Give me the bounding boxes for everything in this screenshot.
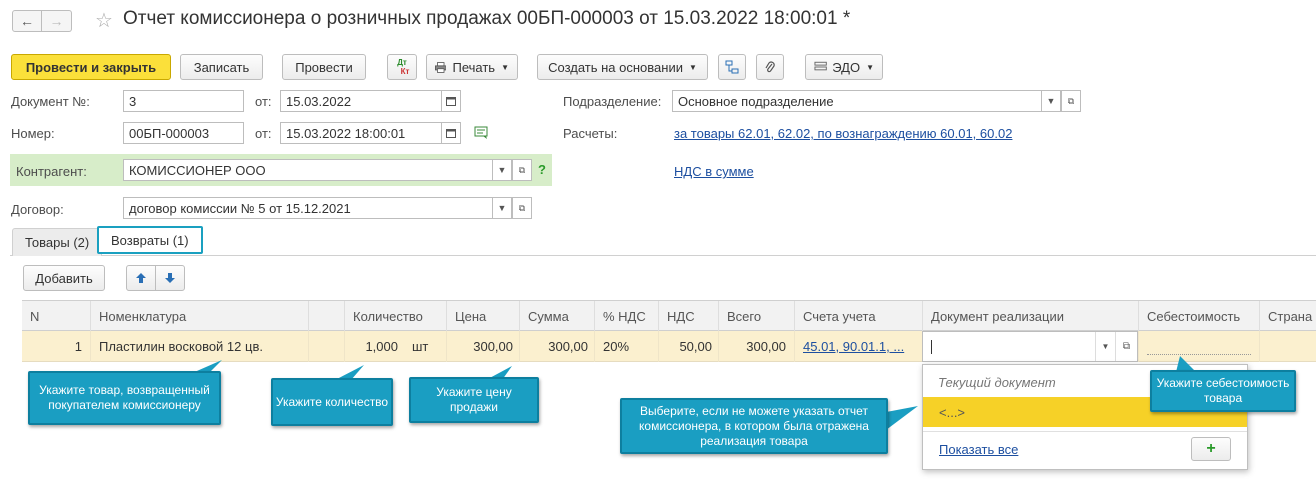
callout-qty: Укажите количество xyxy=(271,378,393,426)
callout-item: Укажите товар, возвращенный покупателем … xyxy=(28,371,221,425)
callout-cost: Укажите себестоимость товара xyxy=(1150,370,1296,412)
callout-doc: Выберите, если не можете указать отчет к… xyxy=(620,398,888,454)
pointer-doc xyxy=(886,406,918,430)
callout-price: Укажите цену продажи xyxy=(409,377,539,423)
